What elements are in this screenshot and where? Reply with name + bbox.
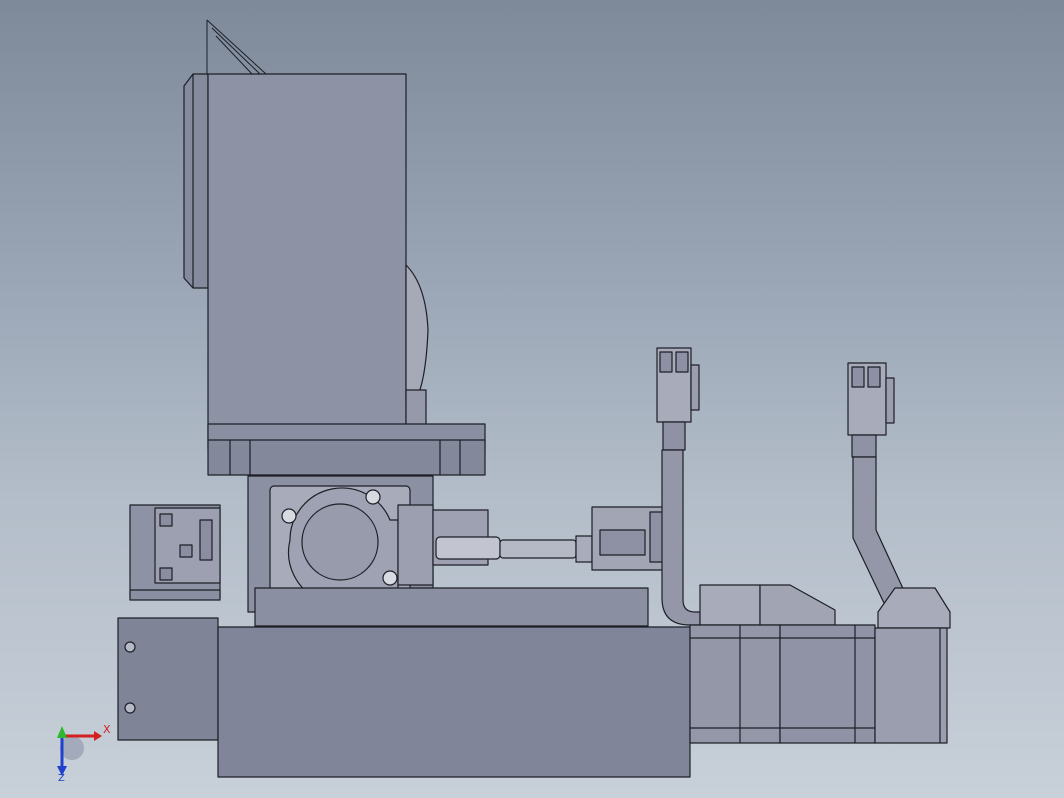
triad-origin-shadow [60, 736, 84, 760]
side-cover [183, 73, 209, 289]
cable-carrier-curve [405, 264, 429, 401]
triad-z-label: Z [58, 773, 65, 784]
column-housing [207, 73, 407, 440]
end-plate-left [117, 617, 219, 741]
horizontal-axis [117, 617, 691, 778]
cable-2 [847, 362, 951, 629]
triad-x-label: X [103, 723, 111, 736]
drive-shaft [432, 506, 676, 571]
vertical-module [183, 19, 486, 476]
top-bracket [206, 20, 212, 75]
cable-1 [656, 347, 836, 626]
linear-actuator-body [217, 626, 691, 778]
left-end-block [129, 504, 221, 601]
y-axis-arrow [57, 726, 67, 738]
servo-motor [689, 624, 948, 744]
elbow-housing [699, 584, 761, 626]
carriage-plate [254, 587, 649, 627]
cad-viewport[interactable]: X Z [0, 0, 1064, 798]
orientation-triad: X Z [57, 723, 111, 784]
